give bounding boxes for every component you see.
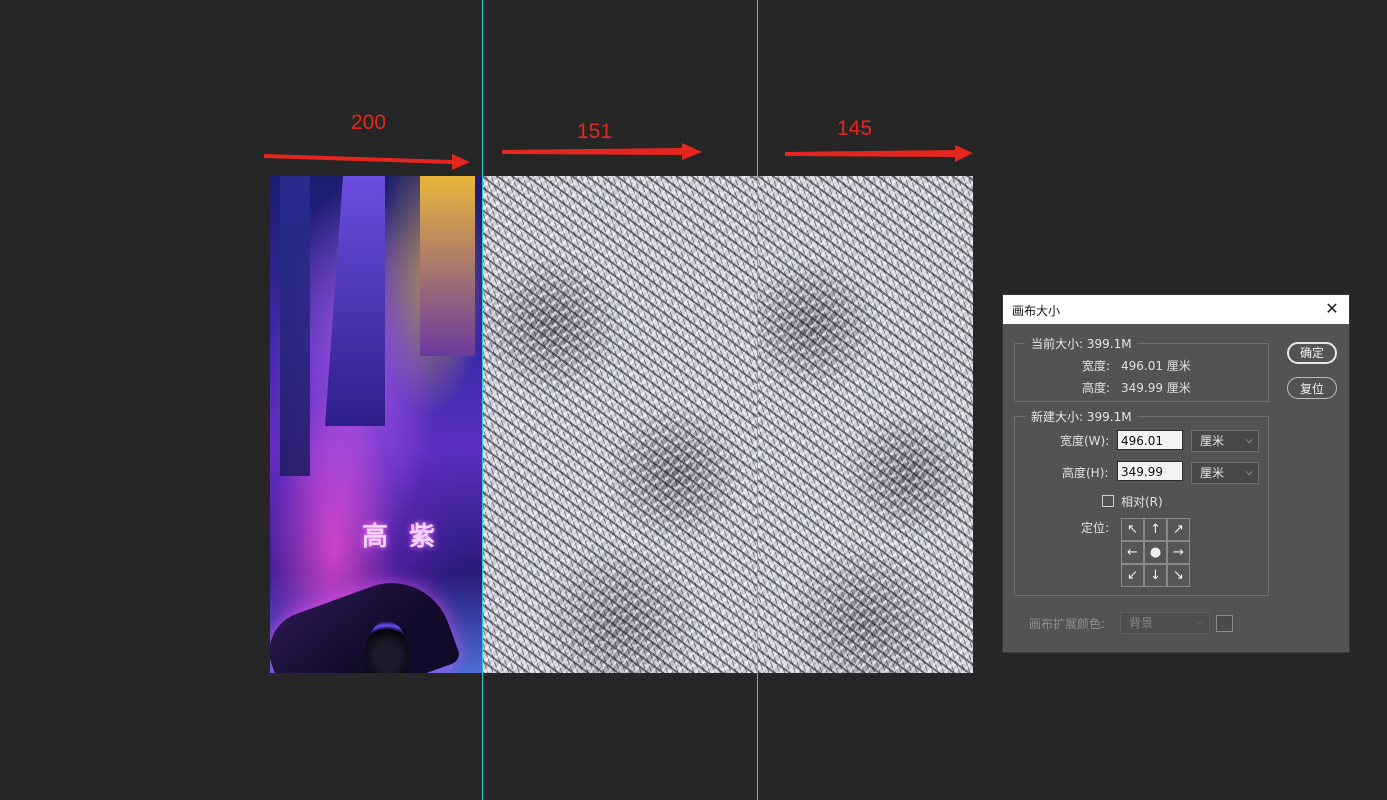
dialog-title: 画布大小 — [1012, 304, 1061, 318]
anchor-bottom-arrow-icon[interactable]: ↓ — [1144, 564, 1167, 587]
new-height-unit-select[interactable]: 厘米 ⌵ — [1191, 462, 1259, 484]
current-size-legend: 当前大小: 399.1M — [1025, 335, 1138, 352]
skyscraper-1 — [280, 176, 310, 476]
red-arrow-1 — [264, 154, 470, 170]
new-height-input[interactable]: 349.99 — [1117, 461, 1183, 481]
anchor-top-arrow-icon[interactable]: ↑ — [1144, 518, 1167, 541]
extension-color-value: 背景 — [1129, 616, 1154, 630]
anchor-center-dot-icon[interactable]: ● — [1144, 541, 1167, 564]
new-height-label: 高度(H): — [1062, 466, 1109, 480]
foil-texture-section-2 — [758, 176, 973, 673]
skyscraper-3 — [420, 176, 475, 356]
relative-label[interactable]: 相对(R) — [1121, 493, 1163, 510]
new-width-label: 宽度(W): — [1060, 434, 1110, 448]
current-size-group: 当前大小: 399.1M 宽度: 496.01 厘米 高度: 349.99 厘米 — [1014, 335, 1269, 402]
red-arrow-3 — [785, 145, 973, 162]
foil-texture-section-1 — [482, 176, 758, 673]
city-poster-image: 高 紫 — [270, 176, 482, 673]
vertical-guide-2[interactable] — [757, 0, 758, 800]
chevron-down-icon: ⌵ — [1245, 435, 1253, 446]
segment-label-1: 200 — [351, 111, 387, 134]
new-width-input[interactable]: 496.01 — [1117, 430, 1183, 450]
reset-button[interactable]: 复位 — [1287, 377, 1337, 399]
skyscraper-2 — [325, 176, 385, 426]
ok-button[interactable]: 确定 — [1287, 342, 1337, 364]
chevron-down-icon: ⌵ — [1245, 467, 1253, 478]
anchor-right-arrow-icon[interactable]: → — [1167, 541, 1190, 564]
chevron-down-icon: ⌵ — [1196, 617, 1204, 628]
extension-color-label: 画布扩展颜色: — [1029, 617, 1106, 631]
segment-label-3: 145 — [837, 117, 873, 140]
vertical-guide-1[interactable] — [482, 0, 483, 800]
current-height-value: 349.99 厘米 — [1121, 381, 1191, 395]
current-width-label: 宽度: — [1082, 359, 1111, 373]
red-arrow-2 — [502, 143, 702, 160]
new-height-unit-value: 厘米 — [1200, 466, 1225, 480]
anchor-top-left-arrow-icon[interactable]: ↖ — [1121, 518, 1144, 541]
dialog-titlebar[interactable]: 画布大小 ✕ — [1003, 295, 1349, 324]
anchor-grid: ↖ ↑ ↗ ← ● → ↙ ↓ ↘ — [1121, 518, 1190, 587]
canvas-size-dialog: 画布大小 ✕ 当前大小: 399.1M 宽度: 496.01 厘米 高度: 34… — [1003, 295, 1349, 652]
anchor-left-arrow-icon[interactable]: ← — [1121, 541, 1144, 564]
current-width-value: 496.01 厘米 — [1121, 359, 1191, 373]
anchor-bottom-right-arrow-icon[interactable]: ↘ — [1167, 564, 1190, 587]
extension-color-swatch[interactable] — [1216, 615, 1233, 632]
anchor-bottom-left-arrow-icon[interactable]: ↙ — [1121, 564, 1144, 587]
anchor-top-right-arrow-icon[interactable]: ↗ — [1167, 518, 1190, 541]
anchor-label: 定位: — [1081, 521, 1110, 535]
relative-checkbox[interactable] — [1102, 495, 1114, 507]
new-size-legend: 新建大小: 399.1M — [1025, 408, 1138, 425]
current-height-label: 高度: — [1082, 381, 1111, 395]
close-icon[interactable]: ✕ — [1323, 300, 1341, 318]
new-width-unit-select[interactable]: 厘米 ⌵ — [1191, 430, 1259, 452]
poster-neon-text: 高 紫 — [362, 522, 442, 552]
new-width-unit-value: 厘米 — [1200, 434, 1225, 448]
extension-color-select[interactable]: 背景 ⌵ — [1120, 612, 1210, 634]
